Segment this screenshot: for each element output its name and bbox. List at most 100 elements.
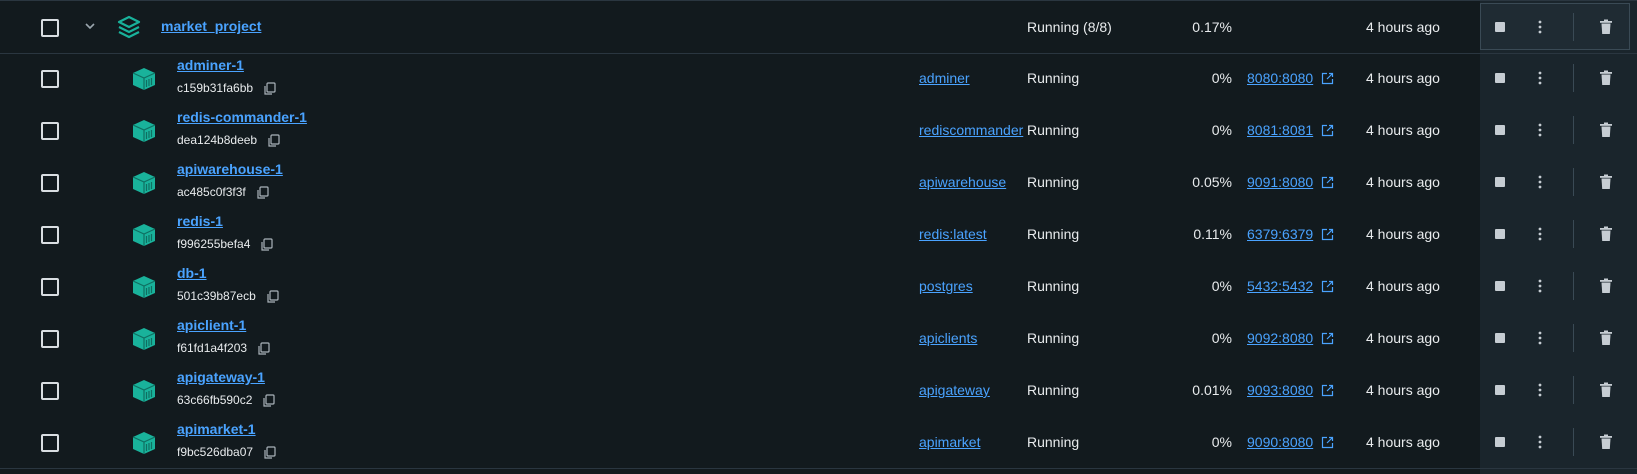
trash-icon[interactable]: [1599, 19, 1613, 35]
image-link[interactable]: postgres: [919, 278, 1025, 294]
kebab-menu-icon[interactable]: [1535, 433, 1545, 451]
port-link[interactable]: 9092:8080: [1247, 330, 1313, 346]
stop-icon[interactable]: [1495, 385, 1505, 395]
container-name-link[interactable]: apiwarehouse-1: [177, 161, 283, 177]
copy-icon[interactable]: [263, 82, 276, 95]
project-checkbox[interactable]: [41, 19, 59, 37]
row-checkbox[interactable]: [41, 278, 59, 296]
container-icon: [132, 432, 156, 454]
kebab-menu-icon[interactable]: [1535, 18, 1545, 36]
copy-icon[interactable]: [263, 446, 276, 459]
kebab-menu-icon[interactable]: [1535, 381, 1545, 399]
container-status: Running: [1027, 278, 1080, 294]
image-link[interactable]: rediscommander: [919, 122, 1025, 138]
container-name-link[interactable]: apigateway-1: [177, 369, 265, 385]
trash-icon[interactable]: [1599, 382, 1613, 398]
external-link-icon[interactable]: [1321, 124, 1334, 137]
row-checkbox[interactable]: [41, 122, 59, 140]
actions-divider: [1573, 324, 1574, 352]
stack-icon: [117, 15, 141, 39]
port-link[interactable]: 6379:6379: [1247, 226, 1313, 242]
kebab-menu-icon[interactable]: [1535, 173, 1545, 191]
kebab-menu-icon[interactable]: [1535, 69, 1545, 87]
container-cpu: 0%: [1211, 122, 1232, 138]
row-checkbox[interactable]: [41, 434, 59, 452]
container-name-link[interactable]: apimarket-1: [177, 421, 256, 437]
port-link[interactable]: 5432:5432: [1247, 278, 1313, 294]
image-link[interactable]: apiwarehouse: [919, 174, 1025, 190]
row-checkbox[interactable]: [41, 226, 59, 244]
container-name-link[interactable]: redis-1: [177, 213, 223, 229]
image-link[interactable]: apigateway: [919, 382, 1025, 398]
container-row[interactable]: redis-1 f996255befa4 redis:latest Runnin…: [0, 208, 1637, 260]
container-name-link[interactable]: adminer-1: [177, 57, 244, 73]
copy-icon[interactable]: [257, 342, 270, 355]
trash-icon[interactable]: [1599, 174, 1613, 190]
kebab-menu-icon[interactable]: [1535, 225, 1545, 243]
project-row[interactable]: market_project Running (8/8) 0.17% 4 hou…: [0, 0, 1637, 54]
stop-icon[interactable]: [1495, 229, 1505, 239]
row-checkbox[interactable]: [41, 330, 59, 348]
container-icon: [132, 224, 156, 246]
external-link-icon[interactable]: [1321, 176, 1334, 189]
trash-icon[interactable]: [1599, 330, 1613, 346]
container-row[interactable]: db-1 501c39b87ecb postgres Running 0% 54…: [0, 260, 1637, 312]
stop-icon[interactable]: [1495, 333, 1505, 343]
container-row[interactable]: redis-commander-1 dea124b8deeb rediscomm…: [0, 104, 1637, 156]
row-checkbox[interactable]: [41, 70, 59, 88]
trash-icon[interactable]: [1599, 70, 1613, 86]
image-link[interactable]: apiclients: [919, 330, 1025, 346]
stop-icon[interactable]: [1495, 177, 1505, 187]
container-name-link[interactable]: apiclient-1: [177, 317, 246, 333]
container-icon: [132, 276, 156, 298]
stop-icon[interactable]: [1495, 281, 1505, 291]
project-name-link[interactable]: market_project: [161, 18, 261, 34]
port-link[interactable]: 8080:8080: [1247, 70, 1313, 86]
copy-icon[interactable]: [266, 290, 279, 303]
copy-icon[interactable]: [267, 134, 280, 147]
copy-icon[interactable]: [260, 238, 273, 251]
image-link[interactable]: apimarket: [919, 434, 1025, 450]
external-link-icon[interactable]: [1321, 228, 1334, 241]
container-row[interactable]: adminer-1 c159b31fa6bb adminer Running 0…: [0, 52, 1637, 104]
row-checkbox[interactable]: [41, 382, 59, 400]
container-started: 4 hours ago: [1366, 382, 1440, 398]
kebab-menu-icon[interactable]: [1535, 121, 1545, 139]
trash-icon[interactable]: [1599, 226, 1613, 242]
stop-icon[interactable]: [1495, 437, 1505, 447]
container-row[interactable]: apimarket-1 f9bc526dba07 apimarket Runni…: [0, 416, 1637, 469]
container-row[interactable]: apiwarehouse-1 ac485c0f3f3f apiwarehouse…: [0, 156, 1637, 208]
container-started: 4 hours ago: [1366, 70, 1440, 86]
stop-icon[interactable]: [1495, 22, 1505, 32]
external-link-icon[interactable]: [1321, 332, 1334, 345]
stop-icon[interactable]: [1495, 125, 1505, 135]
kebab-menu-icon[interactable]: [1535, 277, 1545, 295]
container-status: Running: [1027, 330, 1080, 346]
external-link-icon[interactable]: [1321, 280, 1334, 293]
actions-divider: [1573, 376, 1574, 404]
external-link-icon[interactable]: [1321, 384, 1334, 397]
image-link[interactable]: redis:latest: [919, 226, 1025, 242]
copy-icon[interactable]: [262, 394, 275, 407]
external-link-icon[interactable]: [1321, 72, 1334, 85]
copy-icon[interactable]: [256, 186, 269, 199]
trash-icon[interactable]: [1599, 122, 1613, 138]
external-link-icon[interactable]: [1321, 436, 1334, 449]
container-name-link[interactable]: db-1: [177, 265, 207, 281]
container-name-link[interactable]: redis-commander-1: [177, 109, 307, 125]
port-link[interactable]: 9091:8080: [1247, 174, 1313, 190]
container-row[interactable]: apigateway-1 63c66fb590c2 apigateway Run…: [0, 364, 1637, 416]
image-link[interactable]: adminer: [919, 70, 1025, 86]
chevron-down-icon[interactable]: [82, 18, 98, 34]
container-row[interactable]: apiclient-1 f61fd1a4f203 apiclients Runn…: [0, 312, 1637, 364]
port-link[interactable]: 8081:8081: [1247, 122, 1313, 138]
trash-icon[interactable]: [1599, 278, 1613, 294]
trash-icon[interactable]: [1599, 434, 1613, 450]
container-status: Running: [1027, 174, 1080, 190]
port-link[interactable]: 9093:8080: [1247, 382, 1313, 398]
container-cpu: 0.01%: [1192, 382, 1232, 398]
kebab-menu-icon[interactable]: [1535, 329, 1545, 347]
stop-icon[interactable]: [1495, 73, 1505, 83]
row-checkbox[interactable]: [41, 174, 59, 192]
port-link[interactable]: 9090:8080: [1247, 434, 1313, 450]
